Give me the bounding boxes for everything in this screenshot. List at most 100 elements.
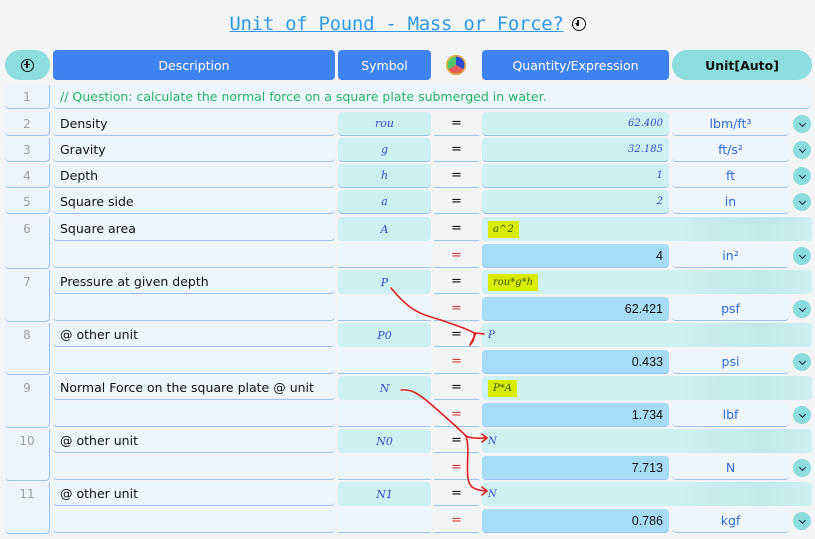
row-number: 11 <box>5 482 50 534</box>
description-continuation <box>53 244 335 268</box>
row-number: 10 <box>5 429 50 481</box>
equals-sign: = <box>434 376 479 400</box>
chevron-down-icon[interactable] <box>793 141 811 159</box>
result-value: 0.433 <box>482 350 669 374</box>
symbol-continuation <box>338 244 431 268</box>
add-row-button[interactable] <box>5 50 50 80</box>
result-value: 0.786 <box>482 509 669 533</box>
symbol-continuation <box>338 403 431 427</box>
column-header-description[interactable]: Description <box>53 50 335 80</box>
expression-highlight: a^2 <box>488 220 519 238</box>
description-cell[interactable]: Gravity <box>53 138 335 162</box>
unit-select[interactable]: lbm/ft³ <box>672 112 789 136</box>
symbol-cell[interactable]: N1 <box>338 482 431 506</box>
unit-select[interactable]: psf <box>672 297 789 321</box>
description-cell[interactable]: Density <box>53 112 335 136</box>
result-equals-sign: = <box>434 403 479 427</box>
symbol-continuation <box>338 456 431 480</box>
column-header-symbol[interactable]: Symbol <box>338 50 431 80</box>
unit-select[interactable]: in² <box>672 244 789 268</box>
equals-sign: = <box>434 112 479 136</box>
download-icon[interactable] <box>571 17 586 31</box>
symbol-cell[interactable]: h <box>338 164 431 188</box>
color-wheel-icon[interactable] <box>446 55 466 75</box>
description-cell[interactable]: @ other unit <box>53 323 335 347</box>
quantity-input[interactable]: 2 <box>482 190 669 214</box>
description-continuation <box>53 297 335 321</box>
description-cell[interactable]: Depth <box>53 164 335 188</box>
equals-sign: = <box>434 138 479 162</box>
result-value: 7.713 <box>482 456 669 480</box>
title-bar: Unit of Pound - Mass or Force? <box>0 10 815 38</box>
row-number: 7 <box>5 270 50 322</box>
unit-select[interactable]: in <box>672 190 789 214</box>
chevron-down-icon[interactable] <box>793 512 811 530</box>
chevron-down-icon[interactable] <box>793 167 811 185</box>
page-title-link[interactable]: Unit of Pound - Mass or Force? <box>229 13 563 35</box>
column-header-unit[interactable]: Unit[Auto] <box>672 50 812 80</box>
quantity-input[interactable]: 1 <box>482 164 669 188</box>
result-value: 4 <box>482 244 669 268</box>
quantity-input[interactable]: 62.400 <box>482 112 669 136</box>
expression-input[interactable]: P <box>482 323 812 347</box>
equals-sign: = <box>434 164 479 188</box>
description-cell[interactable]: Pressure at given depth <box>53 270 335 294</box>
symbol-cell[interactable]: rou <box>338 112 431 136</box>
table-header: Description Symbol Quantity/Expression U… <box>0 50 815 80</box>
result-value: 62.421 <box>482 297 669 321</box>
result-equals-sign: = <box>434 297 479 321</box>
equals-sign: = <box>434 270 479 294</box>
row-number: 9 <box>5 376 50 428</box>
expression-input[interactable]: a^2 <box>482 217 812 241</box>
description-cell[interactable]: Square area <box>53 217 335 241</box>
unit-select[interactable]: lbf <box>672 403 789 427</box>
equals-sign: = <box>434 190 479 214</box>
symbol-cell[interactable]: a <box>338 190 431 214</box>
chevron-down-icon[interactable] <box>793 353 811 371</box>
unit-select[interactable]: ft <box>672 164 789 188</box>
expression-highlight: P*A <box>488 379 517 397</box>
symbol-cell[interactable]: g <box>338 138 431 162</box>
equals-sign: = <box>434 429 479 453</box>
row-number: 6 <box>5 217 50 269</box>
row-number: 4 <box>5 164 50 188</box>
result-equals-sign: = <box>434 244 479 268</box>
quantity-input[interactable]: 32.185 <box>482 138 669 162</box>
description-cell[interactable]: Normal Force on the square plate @ unit <box>53 376 335 400</box>
equals-sign: = <box>434 323 479 347</box>
expression-input[interactable]: N <box>482 482 812 506</box>
description-continuation <box>53 509 335 533</box>
description-cell[interactable]: Square side <box>53 190 335 214</box>
chevron-down-icon[interactable] <box>793 115 811 133</box>
row-number: 2 <box>5 112 50 136</box>
expression-input[interactable]: N <box>482 429 812 453</box>
comment-cell[interactable]: // Question: calculate the normal force … <box>53 85 810 109</box>
row-number: 8 <box>5 323 50 375</box>
description-cell[interactable]: @ other unit <box>53 429 335 453</box>
description-continuation <box>53 350 335 374</box>
chevron-down-icon[interactable] <box>793 459 811 477</box>
unit-select[interactable]: psi <box>672 350 789 374</box>
chevron-down-icon[interactable] <box>793 247 811 265</box>
symbol-cell[interactable]: N <box>338 376 431 400</box>
column-header-quantity[interactable]: Quantity/Expression <box>482 50 669 80</box>
chevron-down-icon[interactable] <box>793 300 811 318</box>
result-equals-sign: = <box>434 509 479 533</box>
unit-select[interactable]: N <box>672 456 789 480</box>
chevron-down-icon[interactable] <box>793 193 811 211</box>
symbol-cell[interactable]: A <box>338 217 431 241</box>
symbol-continuation <box>338 509 431 533</box>
unit-select[interactable]: kgf <box>672 509 789 533</box>
description-cell[interactable]: @ other unit <box>53 482 335 506</box>
chevron-down-icon[interactable] <box>793 406 811 424</box>
equals-sign: = <box>434 482 479 506</box>
expression-input[interactable]: rou*g*h <box>482 270 812 294</box>
result-equals-sign: = <box>434 456 479 480</box>
symbol-cell[interactable]: N0 <box>338 429 431 453</box>
equals-sign: = <box>434 217 479 241</box>
unit-select[interactable]: ft/s² <box>672 138 789 162</box>
symbol-cell[interactable]: P0 <box>338 323 431 347</box>
expression-input[interactable]: P*A <box>482 376 812 400</box>
symbol-cell[interactable]: P <box>338 270 431 294</box>
row-number: 3 <box>5 138 50 162</box>
